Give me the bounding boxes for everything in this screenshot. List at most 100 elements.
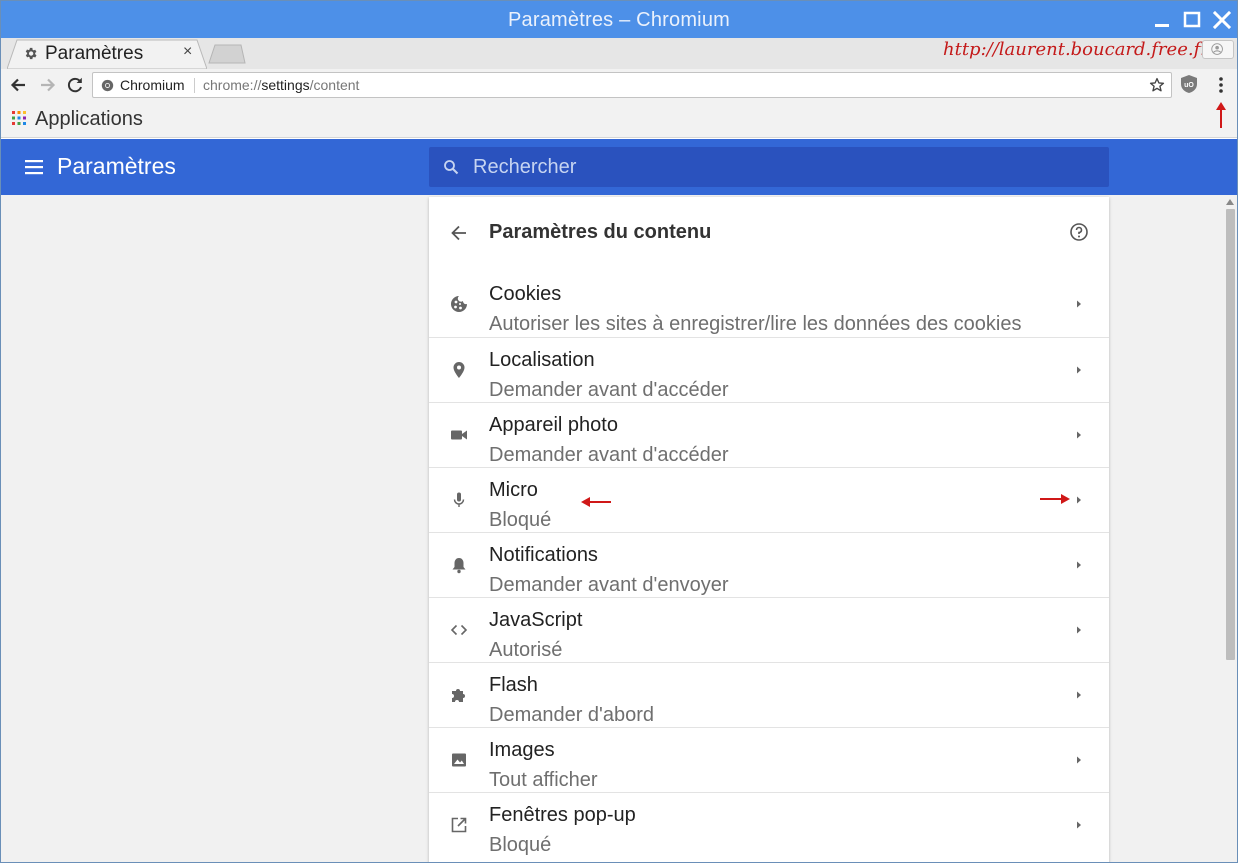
minimize-button[interactable] [1151,9,1173,31]
setting-label: Fenêtres pop-up [489,804,636,826]
settings-content: Paramètres du contenu Cookies Autoriser … [1,195,1237,862]
scrollbar-thumb[interactable] [1226,209,1235,660]
new-tab-button[interactable] [207,44,247,64]
author-watermark: http://laurent.boucard.free.fr [943,39,1209,60]
setting-row-micro[interactable]: Micro Bloqué [429,467,1109,532]
setting-value: Autorisé [489,639,563,661]
bookmarks-bar: Applications [1,101,1237,138]
cookie-icon [451,296,467,312]
chevron-right-icon [1077,626,1081,634]
annotation-arrow-up-icon [1216,102,1226,128]
setting-row-cookies[interactable]: Cookies Autoriser les sites à enregistre… [429,272,1109,337]
reload-button[interactable] [65,75,85,95]
page-title: Paramètres du contenu [489,221,712,243]
chevron-right-icon [1077,366,1081,374]
back-button[interactable] [9,75,29,95]
back-arrow-icon[interactable] [449,223,469,243]
svg-text:uO: uO [1184,82,1194,89]
camera-icon [451,430,467,440]
setting-label: Micro [489,479,538,501]
puzzle-piece-icon [452,689,465,702]
profile-button[interactable] [1202,40,1234,59]
search-icon [444,160,459,175]
annotation-arrow-left-icon [581,497,611,507]
reload-icon [67,77,82,93]
close-window-button[interactable] [1211,9,1233,31]
setting-label: JavaScript [489,609,583,631]
tab-parametres[interactable]: Paramètres × [7,39,207,69]
location-pin-icon [453,362,465,378]
url-text[interactable]: chrome://settings/content [203,77,359,93]
forward-button[interactable] [37,75,57,95]
tab-close-button[interactable]: × [183,43,197,60]
chromium-logo-icon [101,79,114,92]
settings-header: Paramètres [1,139,1237,195]
settings-title: Paramètres [57,153,176,179]
setting-label: Cookies [489,283,562,305]
window-title: Paramètres – Chromium [507,9,731,31]
setting-row-javascript[interactable]: JavaScript Autorisé [429,597,1109,662]
star-icon[interactable] [1148,76,1166,94]
search-input[interactable] [473,154,1073,180]
tab-strip: Paramètres × http://laurent.boucard.free… [1,38,1237,69]
chevron-right-icon [1077,691,1081,699]
person-icon [1211,43,1223,55]
chevron-right-icon [1077,431,1081,439]
setting-row-notifications[interactable]: Notifications Demander avant d'envoyer [429,532,1109,597]
tab-title: Paramètres [45,43,144,64]
chevron-right-icon [1077,821,1081,829]
setting-value: Autoriser les sites à enregistrer/lire l… [489,313,1022,335]
address-bar[interactable]: Chromium chrome://settings/content [92,72,1172,98]
chevron-right-icon [1077,300,1081,308]
maximize-icon [1183,11,1201,28]
image-icon [452,753,466,767]
scroll-up-arrow-icon[interactable] [1226,199,1234,205]
setting-label: Images [489,739,555,761]
site-chip: Chromium [120,77,185,93]
setting-value: Demander d'abord [489,704,655,726]
setting-value: Demander avant d'accéder [489,444,729,466]
extension-shield-icon[interactable]: uO [1180,74,1198,94]
setting-label: Flash [489,674,538,696]
content-settings-card: Paramètres du contenu Cookies Autoriser … [429,197,1109,862]
setting-row-flash[interactable]: Flash Demander d'abord [429,662,1109,727]
setting-label: Notifications [489,544,598,566]
setting-value: Bloqué [489,509,552,531]
arrow-right-icon [41,78,56,92]
help-icon[interactable] [1069,222,1089,242]
arrow-left-icon [10,78,25,92]
open-in-new-icon [451,817,467,833]
content-settings-list: Cookies Autoriser les sites à enregistre… [429,272,1109,857]
setting-row-localisation[interactable]: Localisation Demander avant d'accéder [429,337,1109,402]
setting-label: Appareil photo [489,414,618,436]
kebab-menu-icon[interactable] [1214,75,1228,95]
minimize-icon [1155,24,1169,27]
omnibox-separator [194,78,195,93]
vertical-scrollbar[interactable] [1223,195,1237,862]
hamburger-menu-icon[interactable] [25,158,43,176]
card-header: Paramètres du contenu [429,197,1109,272]
settings-search[interactable] [429,147,1109,187]
apps-shortcut[interactable]: Applications [35,108,143,131]
close-icon [1212,10,1232,30]
microphone-icon [453,492,465,507]
window-titlebar[interactable]: Paramètres – Chromium [1,1,1237,38]
setting-row-popups[interactable]: Fenêtres pop-up Bloqué [429,792,1109,857]
chevron-right-icon [1077,496,1081,504]
chevron-right-icon [1077,756,1081,764]
setting-row-camera[interactable]: Appareil photo Demander avant d'accéder [429,402,1109,467]
setting-value: Tout afficher [489,769,598,791]
setting-label: Localisation [489,349,595,371]
annotation-arrow-right-icon [1040,494,1070,504]
browser-toolbar: Chromium chrome://settings/content uO [1,69,1237,101]
apps-grid-icon [12,111,26,125]
maximize-button[interactable] [1181,9,1203,31]
chevron-right-icon [1077,561,1081,569]
setting-value: Bloqué [489,834,552,856]
setting-value: Demander avant d'accéder [489,379,729,401]
gear-icon [25,47,37,60]
setting-value: Demander avant d'envoyer [489,574,729,596]
setting-row-images[interactable]: Images Tout afficher [429,727,1109,792]
browser-window: Paramètres – Chromium Paramètres × http:… [0,0,1238,863]
bell-icon [452,558,466,574]
